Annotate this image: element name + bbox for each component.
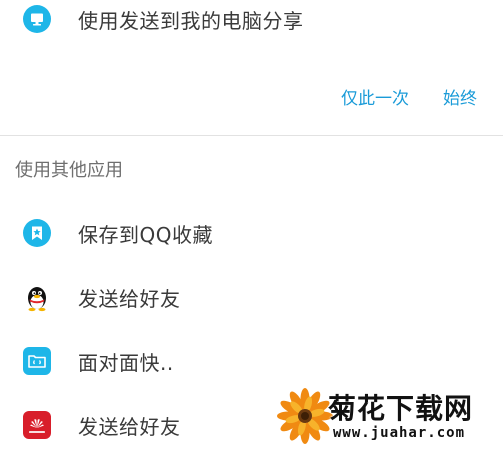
face-to-face-transfer-icon [23,347,51,375]
share-to-my-computer-option[interactable]: 使用发送到我的电脑分享 [0,0,503,47]
computer-icon [23,5,51,33]
qq-send-to-friend-option[interactable]: 发送给好友 [0,269,503,325]
qq-favorites-icon [23,219,51,247]
option-label: 保存到QQ收藏 [78,222,213,247]
face-to-face-transfer-option[interactable]: 面对面快.. [0,333,503,389]
option-label: 发送给好友 [78,286,181,311]
option-label: 发送给好友 [78,414,181,439]
save-to-qq-favorites-option[interactable]: 保存到QQ收藏 [0,205,503,261]
watermark: 菊花下载网 www.juahar.com [275,385,503,450]
always-button[interactable]: 始终 [443,84,477,109]
other-apps-title: 使用其他应用 [15,160,123,181]
default-choice-actions: 仅此一次 始终 [341,80,477,112]
watermark-title: 菊花下载网 [328,392,474,425]
option-label: 使用发送到我的电脑分享 [78,8,304,33]
section-divider [0,135,503,136]
watermark-url: www.juahar.com [333,425,466,441]
huawei-icon [23,411,51,439]
flower-logo-icon [277,388,333,444]
just-once-button[interactable]: 仅此一次 [341,84,409,109]
qq-penguin-icon [23,283,51,312]
option-label: 面对面快.. [78,350,174,375]
